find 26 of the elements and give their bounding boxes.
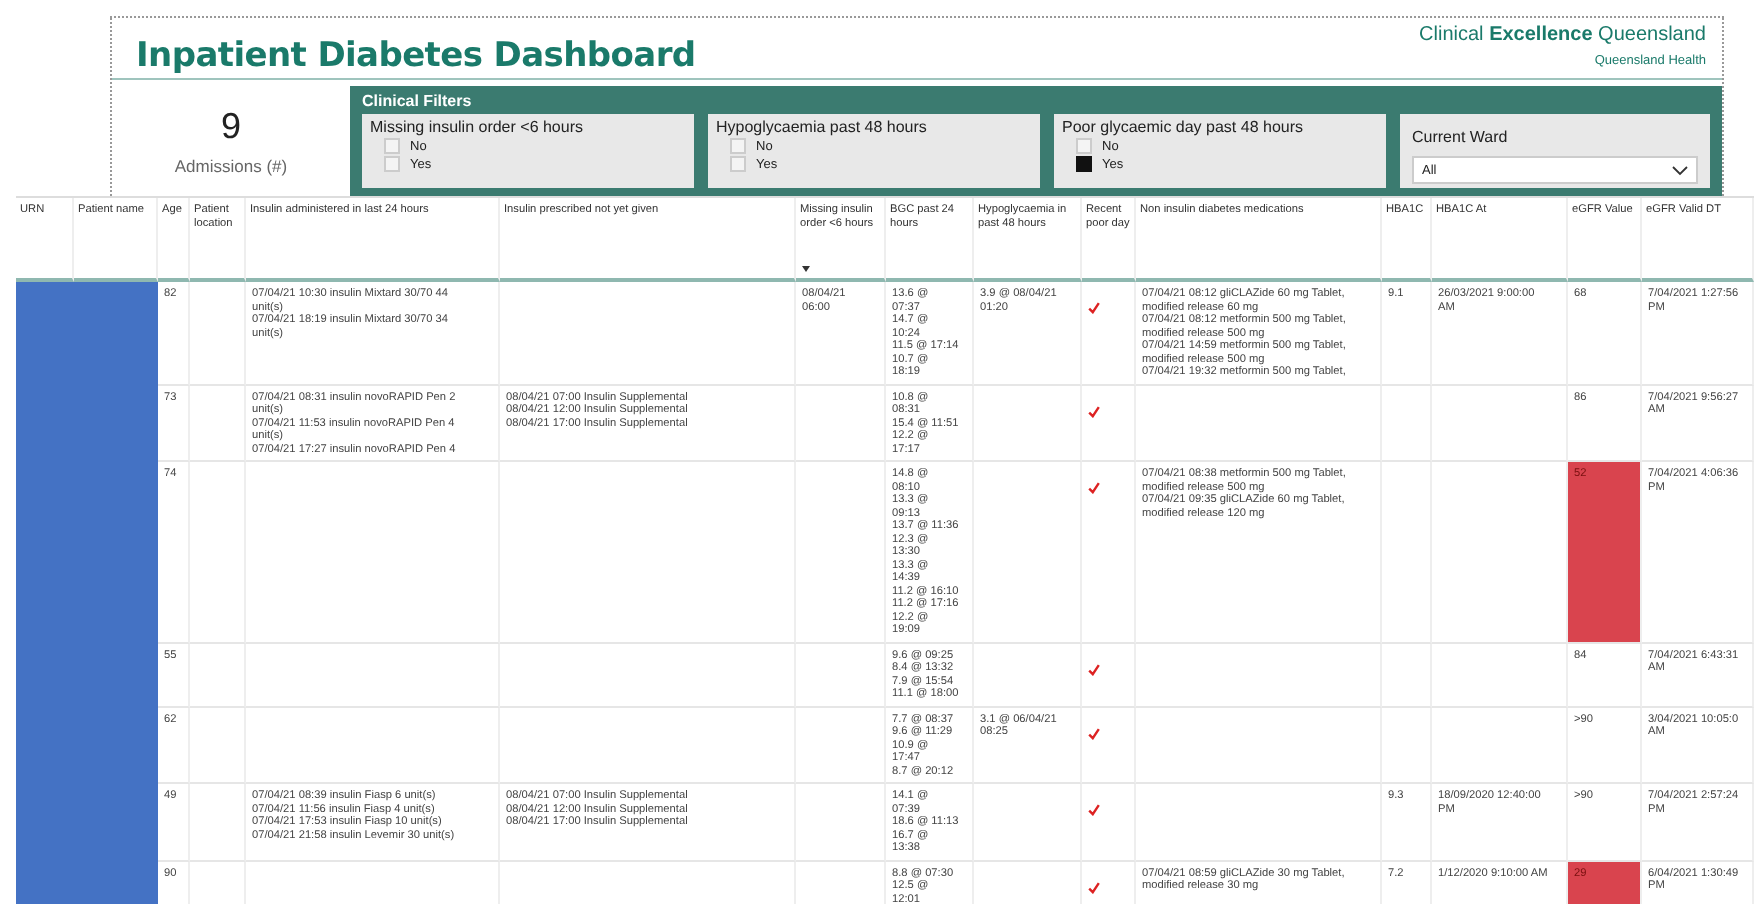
checkbox[interactable] (1076, 156, 1092, 172)
dashboard-title: Inpatient Diabetes Dashboard (136, 36, 696, 76)
table-cell (796, 643, 886, 707)
slicer-title: Poor glycaemic day past 48 hours (1062, 118, 1306, 136)
filters-title: Clinical Filters (362, 92, 474, 110)
table-cell (796, 784, 886, 861)
admissions-label: Admissions (#) (174, 156, 288, 176)
table-cell (190, 282, 246, 385)
table-cell (1382, 707, 1432, 784)
slicer-title: Hypoglycaemia past 48 hours (716, 118, 929, 136)
table-cell (1432, 707, 1568, 784)
table-cell (796, 385, 886, 462)
slicer-title: Missing insulin order <6 hours (370, 118, 585, 136)
table-cell (190, 385, 246, 462)
table-cell (190, 784, 246, 861)
table-cell (1432, 643, 1568, 707)
table-cell (190, 707, 246, 784)
table-cell (796, 707, 886, 784)
table-cell (190, 643, 246, 707)
table-cell (1432, 385, 1568, 462)
slicer-title: Current Ward (1412, 128, 1510, 146)
table-cell (1382, 643, 1432, 707)
chevron-down-icon (1672, 165, 1688, 175)
table-cell (1382, 385, 1432, 462)
admissions-count: 9 (220, 106, 241, 148)
brand-name: Clinical Excellence Queensland (1419, 24, 1706, 46)
